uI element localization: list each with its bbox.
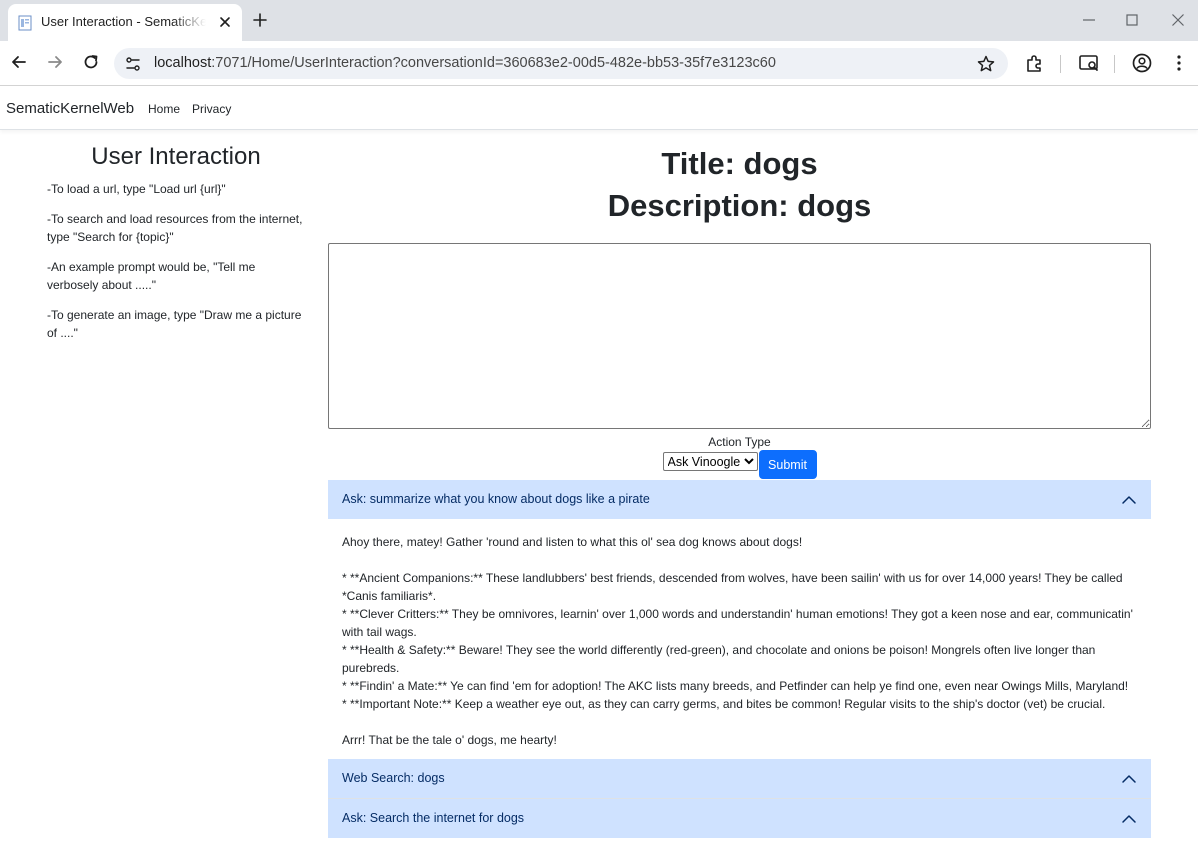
- nav-privacy-link[interactable]: Privacy: [192, 102, 231, 116]
- chevron-up-icon: [1122, 815, 1136, 823]
- prompt-textarea[interactable]: [328, 243, 1151, 429]
- browser-tab[interactable]: User Interaction - SematicKernelWeb: [8, 4, 242, 41]
- conversation-panel: Title: dogs Description: dogs Action Typ…: [328, 143, 1151, 838]
- back-arrow-icon[interactable]: [8, 51, 30, 73]
- submit-button[interactable]: Submit: [758, 450, 817, 479]
- conversation-description: Description: dogs: [607, 188, 872, 223]
- accordion-header-pirate-summary[interactable]: Ask: summarize what you know about dogs …: [328, 480, 1151, 519]
- minimize-icon[interactable]: [1079, 10, 1099, 30]
- accordion-header-label: Web Search: dogs: [342, 771, 445, 785]
- tip-example-prompt: -An example prompt would be, "Tell me ve…: [47, 260, 256, 292]
- answer-line: Arrr! That be the tale o' dogs, me heart…: [342, 733, 557, 747]
- site-navbar: SematicKernelWeb Home Privacy: [0, 87, 1198, 130]
- page-favicon: [18, 15, 32, 31]
- extensions-icon[interactable]: [1024, 52, 1046, 74]
- url-path: :7071/Home/UserInteraction?conversationI…: [211, 55, 776, 71]
- action-type-select[interactable]: Ask Vinoogle: [662, 452, 758, 471]
- answer-spacer: [342, 713, 1137, 731]
- answer-line: * **Important Note:** Keep a weather eye…: [342, 697, 1106, 711]
- action-row: Ask Vinoogle Submit: [328, 450, 1151, 480]
- conversation-title: Title: dogs: [661, 146, 818, 181]
- address-bar[interactable]: localhost:7071/Home/UserInteraction?conv…: [114, 48, 1008, 79]
- answer-line: * **Clever Critters:** They be omnivores…: [342, 607, 1133, 639]
- accordion-header-label: Ask: summarize what you know about dogs …: [342, 492, 650, 506]
- tip-draw-image: -To generate an image, type "Draw me a p…: [47, 308, 302, 340]
- tip-load-url: -To load a url, type "Load url {url}": [47, 182, 226, 196]
- nav-home-link[interactable]: Home: [148, 102, 180, 116]
- answer-line: Ahoy there, matey! Gather 'round and lis…: [342, 535, 803, 549]
- answer-line: * **Health & Safety:** Beware! They see …: [342, 643, 1096, 675]
- site-brand[interactable]: SematicKernelWeb: [6, 100, 134, 117]
- accordion-header-web-search[interactable]: Web Search: dogs: [328, 759, 1151, 798]
- results-accordion: Ask: summarize what you know about dogs …: [328, 480, 1151, 838]
- star-icon[interactable]: [976, 54, 996, 74]
- url-text[interactable]: localhost:7071/Home/UserInteraction?conv…: [154, 55, 776, 71]
- accordion-header-search-internet[interactable]: Ask: Search the internet for dogs: [328, 799, 1151, 838]
- action-type-label: Action Type: [708, 435, 771, 449]
- site-info-icon[interactable]: [124, 55, 142, 73]
- cast-search-icon[interactable]: [1078, 52, 1100, 74]
- web-page: SematicKernelWeb Home Privacy User Inter…: [0, 87, 1198, 853]
- toolbar-divider: [1114, 55, 1115, 73]
- forward-arrow-icon[interactable]: [44, 51, 66, 73]
- plus-icon[interactable]: [250, 10, 270, 30]
- maximize-icon[interactable]: [1122, 10, 1142, 30]
- tip-search: -To search and load resources from the i…: [47, 212, 303, 244]
- answer-line: * **Findin' a Mate:** Ye can find 'em fo…: [342, 679, 1129, 693]
- chevron-up-icon: [1122, 496, 1136, 504]
- instructions-panel: User Interaction -To load a url, type "L…: [45, 143, 307, 354]
- close-icon[interactable]: [216, 13, 234, 31]
- chevron-up-icon: [1122, 775, 1136, 783]
- reload-icon[interactable]: [80, 51, 102, 73]
- kebab-menu-icon[interactable]: [1168, 52, 1190, 74]
- answer-line: * **Ancient Companions:** These landlubb…: [342, 571, 1123, 603]
- window-close-icon[interactable]: [1168, 10, 1188, 30]
- url-host: localhost: [154, 55, 212, 71]
- accordion-header-label: Ask: Search the internet for dogs: [342, 811, 525, 825]
- answer-spacer: [342, 551, 1137, 569]
- toolbar-divider: [1060, 55, 1061, 73]
- browser-toolbar: localhost:7071/Home/UserInteraction?conv…: [0, 41, 1198, 86]
- instructions-heading: User Interaction: [91, 143, 261, 170]
- tab-title: User Interaction - SematicKernelWeb: [41, 14, 206, 29]
- browser-tab-strip: User Interaction - SematicKernelWeb: [0, 0, 1198, 41]
- accordion-body-pirate-summary: Ahoy there, matey! Gather 'round and lis…: [328, 519, 1151, 759]
- profile-icon[interactable]: [1131, 52, 1153, 74]
